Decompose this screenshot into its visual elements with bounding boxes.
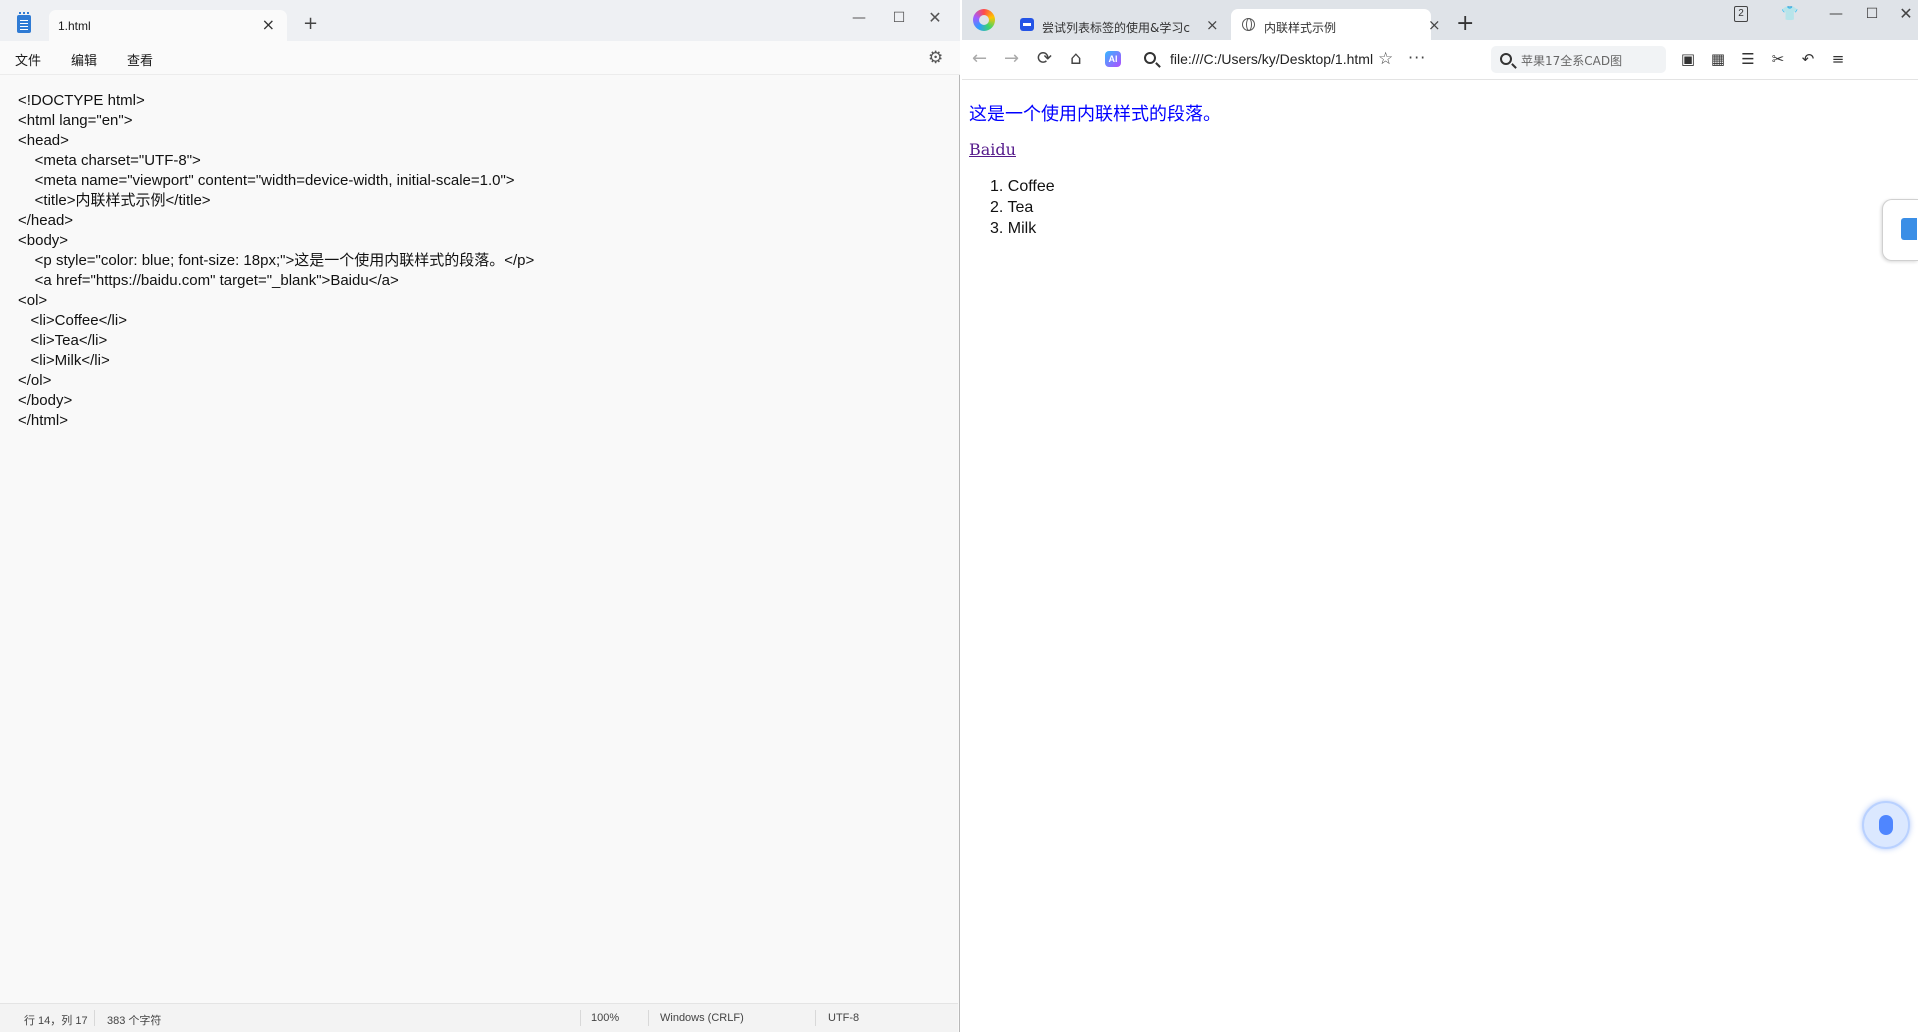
code-line: </html> [18, 412, 69, 429]
reader-mode-icon[interactable]: ▣ [1678, 50, 1698, 68]
notepad-menubar: 文件 编辑 查看 ⚙ [0, 41, 960, 75]
close-window-icon[interactable]: ✕ [1892, 4, 1918, 24]
menu-edit[interactable]: 编辑 [71, 50, 97, 69]
browser-logo-icon[interactable] [973, 9, 995, 31]
notepad-tab-title: 1.html [58, 19, 91, 33]
close-tab-icon[interactable]: × [1428, 16, 1441, 34]
status-line-ending[interactable]: Windows (CRLF) [660, 1012, 744, 1024]
code-line: <ol> [18, 292, 48, 309]
code-line: <a href="https://baidu.com" target="_bla… [18, 272, 399, 289]
browser-tabstrip: 尝试列表标签的使用&学习c × 内联样式示例 × + 2 👕 — ☐ ✕ [962, 0, 1918, 40]
reload-icon[interactable]: ⟳ [1037, 48, 1052, 70]
menu-file[interactable]: 文件 [15, 50, 41, 69]
notepad-titlebar: 1.html × + — ☐ ✕ [0, 0, 960, 42]
side-panel-widget-icon[interactable] [1882, 199, 1918, 261]
minimize-icon[interactable]: — [1822, 4, 1850, 24]
search-icon [1500, 53, 1512, 65]
code-line: <li>Tea</li> [18, 332, 108, 349]
search-input[interactable]: 苹果17全系CAD图 [1521, 52, 1622, 69]
bookmark-star-icon[interactable]: ☆ [1378, 50, 1393, 68]
tab-count-badge[interactable]: 2 [1734, 6, 1748, 22]
status-divider [580, 1010, 581, 1026]
new-tab-icon[interactable]: + [1456, 12, 1474, 36]
status-cursor-position: 行 14，列 17 [24, 1015, 88, 1027]
floating-assistant-icon[interactable] [1862, 801, 1910, 849]
ai-assistant-icon[interactable]: AI [1105, 51, 1121, 67]
close-tab-icon[interactable]: × [262, 15, 275, 35]
more-dots-icon[interactable]: ··· [1408, 48, 1426, 67]
code-line: <body> [18, 232, 69, 249]
code-line: </head> [18, 212, 74, 229]
blue-paragraph: 这是一个使用内联样式的段落。 [969, 104, 1221, 125]
undo-icon[interactable]: ↶ [1798, 50, 1818, 68]
code-line: </body> [18, 392, 73, 409]
list-item: 3. Milk [990, 220, 1037, 237]
search-box[interactable]: 苹果17全系CAD图 [1491, 46, 1666, 73]
code-line: <li>Coffee</li> [18, 312, 127, 329]
close-window-icon[interactable]: ✕ [912, 4, 958, 32]
page-viewport: 这是一个使用内联样式的段落。 Baidu 1. Coffee 2. Tea 3.… [962, 81, 1918, 1032]
status-char-count: 383 个字符 [107, 1015, 162, 1027]
status-divider [94, 1010, 95, 1026]
code-line: <html lang="en"> [18, 112, 133, 129]
status-encoding[interactable]: UTF-8 [828, 1012, 859, 1024]
status-divider [815, 1010, 816, 1026]
browser-toolbar: ← → ⟳ ⌂ AI file:///C:/Users/ky/Desktop/1… [962, 40, 1918, 80]
list-item: 2. Tea [990, 199, 1034, 216]
code-line: <meta charset="UTF-8"> [18, 152, 201, 169]
status-divider [648, 1010, 649, 1026]
csdn-favicon-icon [1020, 18, 1034, 31]
baidu-link[interactable]: Baidu [969, 140, 1016, 159]
notepad-statusbar: 行 14，列 17 383 个字符 100% Windows (CRLF) UT… [0, 1003, 958, 1032]
forward-arrow-icon[interactable]: → [1004, 48, 1019, 70]
browser-tab-title[interactable]: 内联样式示例 [1264, 19, 1414, 36]
shirt-skin-icon[interactable]: 👕 [1776, 4, 1804, 24]
address-url[interactable]: file:///C:/Users/ky/Desktop/1.html [1170, 51, 1373, 67]
new-tab-icon[interactable]: + [303, 13, 318, 35]
code-line: </ol> [18, 372, 52, 389]
close-tab-icon[interactable]: × [1206, 16, 1219, 34]
code-line: <li>Milk</li> [18, 352, 110, 369]
menu-icon[interactable]: ≡ [1828, 50, 1848, 68]
favorites-list-icon[interactable]: ☰ [1738, 50, 1758, 68]
code-line: <p style="color: blue; font-size: 18px;"… [18, 252, 535, 269]
search-icon [1144, 52, 1156, 64]
notepad-editor[interactable]: <!DOCTYPE html> <html lang="en"> <head> … [0, 76, 958, 1000]
list-item: 1. Coffee [990, 178, 1055, 195]
notepad-tab[interactable]: 1.html × [49, 10, 287, 42]
scissors-icon[interactable]: ✂ [1768, 50, 1788, 68]
code-line: <meta name="viewport" content="width=dev… [18, 172, 515, 189]
maximize-icon[interactable]: ☐ [1858, 4, 1886, 24]
globe-icon [1242, 18, 1255, 31]
status-zoom[interactable]: 100% [591, 1012, 619, 1024]
notepad-app-icon [17, 12, 31, 33]
back-arrow-icon[interactable]: ← [972, 48, 987, 70]
home-icon[interactable]: ⌂ [1070, 48, 1081, 70]
browser-window: 尝试列表标签的使用&学习c × 内联样式示例 × + 2 👕 — ☐ ✕ ← →… [962, 0, 1918, 1032]
browser-tab-title[interactable]: 尝试列表标签的使用&学习c [1042, 19, 1192, 36]
code-line: <title>内联样式示例</title> [18, 192, 211, 209]
code-line: <!DOCTYPE html> [18, 92, 145, 109]
code-line: <head> [18, 132, 69, 149]
notepad-window: 1.html × + — ☐ ✕ 文件 编辑 查看 ⚙ <!DOCTYPE ht… [0, 0, 960, 1032]
menu-view[interactable]: 查看 [127, 50, 153, 69]
apps-grid-icon[interactable]: ▦ [1708, 50, 1728, 68]
settings-gear-icon[interactable]: ⚙ [928, 48, 943, 68]
